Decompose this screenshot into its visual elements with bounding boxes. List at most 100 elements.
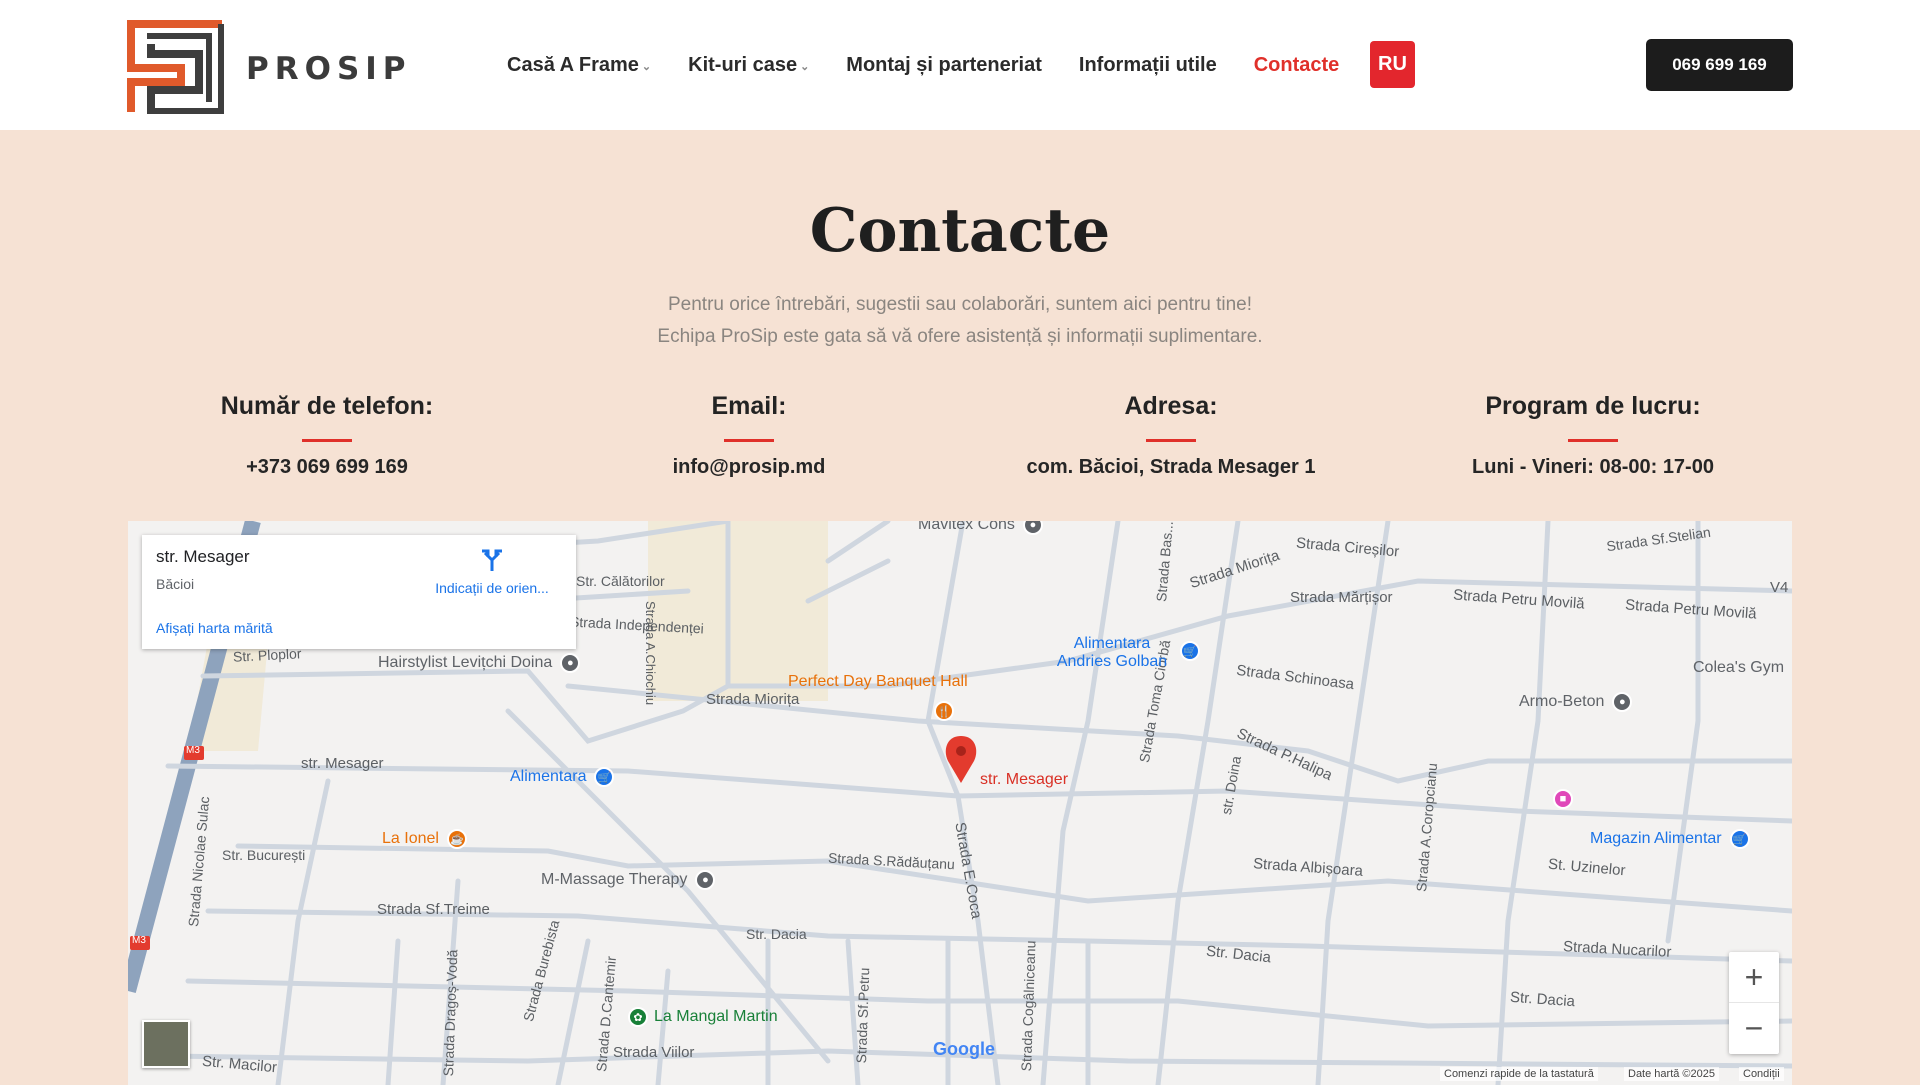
pin-icon: ● — [560, 653, 581, 673]
poi-la-mangal[interactable]: ✿ La Mangal Martin — [628, 1007, 778, 1027]
main-nav: Casă A Frame ⌄ Kit-uri case ⌄ Montaj și … — [507, 48, 1376, 82]
contact-schedule: Program de lucru: Luni - Vineri: 08-00: … — [1413, 392, 1773, 479]
street-label: Strada Mărțișor — [1290, 589, 1393, 606]
nav-item-kit-uri-case[interactable]: Kit-uri case ⌄ — [688, 54, 809, 77]
pin-icon: ● — [1022, 521, 1043, 535]
poi-magazin-alimentar[interactable]: Magazin Alimentar 🛒 — [1590, 829, 1750, 849]
poi-label: Alimentara Andries Golban — [1056, 635, 1168, 670]
view-larger-map-link[interactable]: Afișați harta mărită — [156, 620, 273, 636]
street-label: Strada A.Chiochiu — [643, 601, 658, 706]
google-logo: Google — [933, 1039, 995, 1060]
divider — [1146, 439, 1196, 442]
nav-label: Kit-uri case — [688, 53, 798, 76]
contact-address: Adresa: com. Băcioi, Strada Mesager 1 — [991, 392, 1351, 479]
poi-label: Colea's Gym — [1693, 659, 1785, 676]
nav-label: Informații utile — [1078, 53, 1217, 76]
highway-label: M3 — [186, 745, 200, 756]
poi-coleas-gym[interactable]: Colea's Gym — [1693, 659, 1784, 677]
page-subtitle-line1: Pentru orice întrebări, sugestii sau col… — [667, 294, 1253, 315]
directions-button[interactable]: Indicații de orien... — [427, 547, 557, 596]
contact-email: Email: info@prosip.md — [569, 392, 929, 479]
contact-phone: Număr de telefon: +373 069 699 169 — [147, 392, 507, 479]
logo-text: PROSIP — [246, 51, 412, 87]
poi-label: La Ionel — [382, 830, 439, 847]
poi-label: Mavitex Cons — [918, 521, 1015, 533]
cafe-icon: ☕ — [446, 829, 467, 849]
chevron-down-icon: ⌄ — [641, 61, 652, 73]
poi-alimentara[interactable]: Alimentara 🛒 — [510, 767, 615, 787]
contact-heading: Program de lucru: — [1485, 392, 1701, 420]
contact-heading: Adresa: — [1124, 392, 1218, 420]
chevron-down-icon: ⌄ — [800, 61, 810, 73]
street-label: Strada Sf.Treime — [377, 901, 490, 918]
page-title: Contacte — [809, 196, 1111, 266]
pin-label: str. Mesager — [980, 771, 1069, 788]
nav-item-informatii[interactable]: Informații utile — [1079, 54, 1217, 77]
contact-value: com. Băcioi, Strada Mesager 1 — [1026, 456, 1316, 478]
divider — [302, 439, 352, 442]
poi-label: M-Massage Therapy — [541, 871, 688, 888]
zoom-controls: + − — [1729, 952, 1779, 1054]
shop-icon: 🛒 — [594, 767, 615, 787]
zoom-out-button[interactable]: − — [1729, 1003, 1779, 1054]
poi-hairstylist[interactable]: Hairstylist Levițchi Doina ● — [378, 653, 581, 673]
hotel-icon: ■ — [1553, 789, 1573, 809]
keyboard-shortcuts-link[interactable]: Comenzi rapide de la tastatură — [1440, 1067, 1598, 1081]
poi-label: Magazin Alimentar — [1590, 830, 1722, 847]
leaf-icon: ✿ — [628, 1007, 648, 1027]
poi-armo-beton[interactable]: Armo-Beton ● — [1519, 692, 1633, 712]
directions-label: Indicații de orien... — [435, 580, 549, 596]
phone-call-button[interactable]: 069 699 169 — [1646, 39, 1793, 91]
divider — [724, 439, 774, 442]
street-label: str. Mesager — [301, 755, 384, 772]
shop-icon: 🛒 — [1180, 641, 1200, 661]
contact-heading: Număr de telefon: — [220, 392, 434, 420]
divider — [1568, 439, 1618, 442]
poi-la-ionel[interactable]: La Ionel ☕ — [382, 829, 467, 849]
nav-item-casa-a-frame[interactable]: Casă A Frame ⌄ — [507, 54, 651, 77]
street-label: Str. București — [222, 847, 306, 863]
street-label: Str. Dacia — [746, 926, 807, 942]
poi-label: Perfect Day Banquet Hall — [788, 673, 968, 690]
page-subtitle-line2: Echipa ProSip este gata să vă ofere asis… — [657, 326, 1263, 347]
poi-label: La Mangal Martin — [654, 1008, 778, 1025]
poi-label: Armo-Beton — [1519, 693, 1605, 710]
place-title: str. Mesager — [156, 547, 250, 566]
zoom-in-button[interactable]: + — [1729, 952, 1779, 1003]
street-label: Strada Miorița — [706, 691, 800, 708]
nav-item-montaj[interactable]: Montaj și parteneriat — [846, 54, 1042, 77]
pin-icon: ● — [695, 870, 716, 890]
poi-mavitex[interactable]: Mavitex Cons ● — [918, 521, 1043, 535]
google-logo-text: Google — [933, 1039, 995, 1059]
poi-label: Alimentara — [510, 768, 587, 785]
place-subtitle: Băcioi — [156, 576, 195, 592]
terms-link[interactable]: Condiții — [1739, 1067, 1784, 1081]
logo[interactable]: PROSIP — [127, 16, 412, 114]
map-data-attribution[interactable]: Date hartă ©2025 — [1624, 1067, 1719, 1081]
nav-label: Montaj și parteneriat — [846, 53, 1042, 76]
satellite-toggle[interactable] — [142, 1020, 190, 1068]
contact-value: Luni - Vineri: 08-00: 17-00 — [1472, 456, 1714, 478]
street-label: Str. Călătorilor — [576, 573, 665, 589]
restaurant-icon: 🍴 — [934, 701, 954, 721]
highway-label: M3 — [132, 935, 146, 946]
contact-value[interactable]: info@prosip.md — [569, 456, 929, 479]
nav-item-contacte[interactable]: Contacte — [1254, 54, 1340, 77]
site-header: PROSIP Casă A Frame ⌄ Kit-uri case ⌄ Mon… — [0, 0, 1920, 130]
nav-label: Contacte — [1253, 53, 1340, 76]
street-label: Strada Sf.Petru — [853, 967, 873, 1064]
map-info-card: str. Mesager Băcioi Indicații de orien..… — [142, 535, 576, 649]
google-map[interactable]: M3 M3 Str. Călătorilor Strada Independen… — [128, 521, 1792, 1085]
poi-alimentara-golban[interactable]: Alimentara Andries Golban — [1050, 635, 1174, 671]
shop-icon: 🛒 — [1729, 829, 1750, 849]
poi-massage[interactable]: M-Massage Therapy ● — [541, 870, 716, 890]
nav-label: Casă A Frame — [507, 53, 639, 76]
street-label: Strada Viilor — [613, 1044, 695, 1061]
language-switch-button[interactable]: RU — [1370, 41, 1415, 88]
directions-icon — [482, 549, 502, 571]
poi-banquet-hall[interactable]: Perfect Day Banquet Hall — [788, 673, 968, 691]
prosip-logo-mark — [127, 20, 224, 114]
contact-value[interactable]: +373 069 699 169 — [147, 456, 507, 479]
pin-icon: ● — [1612, 692, 1633, 712]
poi-label: Hairstylist Levițchi Doina — [378, 654, 553, 671]
